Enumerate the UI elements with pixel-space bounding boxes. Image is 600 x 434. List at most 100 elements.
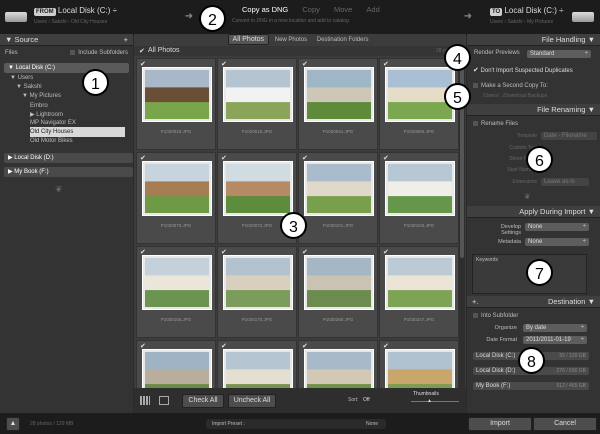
panel-end-ornament-icon: ❦ (55, 184, 63, 194)
photo-cell[interactable]: ✔ P1020016.JPG (136, 58, 216, 150)
mode-move[interactable]: Move (334, 5, 352, 14)
photo-image (145, 70, 209, 119)
destination-add-icon[interactable]: +. (472, 296, 478, 307)
loupe-view-icon[interactable] (159, 396, 169, 405)
photo-thumbnail[interactable] (142, 161, 212, 216)
template-label: Template (516, 133, 537, 139)
apply-during-import-header[interactable]: Apply During Import ▼ (467, 206, 600, 218)
photo-thumbnail[interactable] (385, 349, 455, 388)
folder-item[interactable]: Old Motor Bikes (30, 136, 125, 146)
dont-import-dupes[interactable]: ✔ Don't Import Suspected Duplicates (473, 66, 573, 74)
photo-thumbnail[interactable] (223, 67, 293, 122)
source-panel-header[interactable]: ▼ Source + (0, 34, 133, 46)
photo-thumbnail[interactable] (223, 161, 293, 216)
add-icon[interactable]: + (124, 34, 128, 45)
to-title: Local Disk (C:) (504, 6, 557, 15)
date-format-select[interactable]: 2011/2011-01-19 ÷ (523, 336, 587, 344)
thumbnail-size-slider[interactable] (411, 401, 459, 402)
folder-label: Old Motor Bikes (30, 138, 73, 144)
disk-c-row[interactable]: ▼ Local Disk (C:) (4, 63, 129, 73)
uncheck-all-button[interactable]: Uncheck All (228, 394, 276, 408)
from-selector[interactable]: FROM Local Disk (C:) ÷ (34, 6, 117, 16)
file-renaming-header[interactable]: File Renaming ▼ (467, 104, 600, 116)
tab-destination-folders[interactable]: Destination Folders (313, 36, 373, 44)
into-subfolder[interactable]: Into Subfolder (473, 313, 518, 319)
keywords-label: Keywords (476, 257, 498, 263)
photo-thumbnail[interactable] (304, 67, 374, 122)
photo-thumbnail[interactable] (223, 255, 293, 310)
photo-thumbnail[interactable] (142, 349, 212, 388)
mode-add[interactable]: Add (366, 5, 379, 14)
tab-all-photos[interactable]: All Photos (227, 34, 270, 45)
photo-thumbnail[interactable] (142, 67, 212, 122)
photo-thumbnail[interactable] (385, 255, 455, 310)
photo-thumbnail[interactable] (304, 161, 374, 216)
destination-header[interactable]: +. Destination ▼ (467, 296, 600, 308)
cancel-button[interactable]: Cancel (533, 417, 597, 431)
from-badge: FROM (34, 8, 56, 16)
import-preset-select[interactable]: Import Preset : None (206, 419, 386, 429)
photo-cell[interactable]: ✔ P1020041.JPG (298, 58, 378, 150)
to-badge: TO (490, 8, 503, 16)
render-previews-select[interactable]: Standard ÷ (527, 50, 591, 58)
collapse-triangle-icon: ▼ (5, 35, 13, 44)
thumbnail-slider-handle[interactable]: ▲ (427, 398, 432, 404)
organize-select[interactable]: By date ÷ (523, 324, 587, 332)
metadata-value: None (528, 239, 543, 245)
into-subfolder-checkbox[interactable] (473, 313, 478, 318)
dont-import-dupes-checkbox[interactable]: ✔ (473, 67, 479, 74)
second-copy[interactable]: Make a Second Copy To: (473, 83, 548, 89)
destination-disk-item[interactable]: My Book (F:) 512 / 465 GB (473, 382, 589, 390)
photo-cell[interactable]: ✔ P1030260.JPG (298, 246, 378, 338)
import-button[interactable]: Import (468, 417, 532, 431)
second-copy-checkbox[interactable] (473, 83, 478, 88)
include-subfolders[interactable]: Include Subfolders (70, 48, 128, 58)
rename-files-checkbox[interactable] (473, 121, 478, 126)
file-handling-header[interactable]: File Handling ▼ (467, 34, 600, 46)
photo-image (145, 164, 209, 213)
all-photos-checkbox[interactable]: ✔ (139, 47, 145, 55)
photo-thumbnail[interactable] (304, 255, 374, 310)
grid-view-icon[interactable] (140, 396, 150, 405)
photo-cell[interactable]: ✔ P1030155.JPG (136, 246, 216, 338)
photo-cell[interactable]: ✔ P1030247.JPG (379, 246, 459, 338)
photo-cell[interactable]: ✔ P1020015.JPG (217, 58, 297, 150)
photo-cell[interactable]: ✔ (379, 340, 459, 388)
photo-filename: P1030170.JPG (241, 317, 273, 322)
photo-image (307, 258, 371, 307)
mode-copy[interactable]: Copy (302, 5, 320, 14)
collapse-up-icon[interactable]: ▲ (6, 417, 20, 431)
extensions-select[interactable]: Leave as-is (541, 178, 589, 186)
to-selector[interactable]: TO Local Disk (C:) ÷ (490, 6, 564, 16)
photo-cell[interactable]: ✔ P1030170.JPG (217, 246, 297, 338)
include-subfolders-checkbox[interactable] (70, 49, 76, 55)
check-all-button[interactable]: Check All (182, 394, 224, 408)
rename-files[interactable]: Rename Files (473, 121, 518, 127)
disk-d-row[interactable]: ▶ Local Disk (D:) (4, 153, 133, 163)
metadata-select[interactable]: None ÷ (525, 238, 589, 246)
second-copy-path[interactable]: /Users/.../Download Backups (483, 93, 547, 99)
photo-cell[interactable]: ✔ (298, 340, 378, 388)
photo-cell[interactable]: ✔ (136, 340, 216, 388)
template-select[interactable]: Date - Filename (541, 132, 597, 140)
photo-cell[interactable]: ✔ P1030103.JPG (379, 152, 459, 244)
folder-item[interactable]: ▼ My Pictures (22, 91, 125, 101)
photo-thumbnail[interactable] (142, 255, 212, 310)
to-dropdown-icon: ÷ (559, 6, 564, 15)
my-book-row[interactable]: ▶ My Book (F:) (4, 167, 133, 177)
mode-copy-dng[interactable]: Copy as DNG (242, 5, 288, 14)
sort-value[interactable]: Off (363, 397, 370, 403)
develop-settings-select[interactable]: None ÷ (525, 223, 589, 231)
photo-cell[interactable]: ✔ (217, 340, 297, 388)
photo-filename: P1020070.JPG (160, 223, 192, 228)
photo-image (388, 352, 452, 388)
photo-thumbnail[interactable] (304, 349, 374, 388)
photo-thumbnail[interactable] (223, 349, 293, 388)
photo-image (145, 352, 209, 388)
develop-settings-value: None (528, 224, 543, 230)
tab-new-photos[interactable]: New Photos (271, 36, 311, 44)
callout-3: 3 (280, 212, 307, 239)
photo-cell[interactable]: ✔ P1030101.JPG (298, 152, 378, 244)
photo-cell[interactable]: ✔ P1020070.JPG (136, 152, 216, 244)
photo-thumbnail[interactable] (385, 161, 455, 216)
